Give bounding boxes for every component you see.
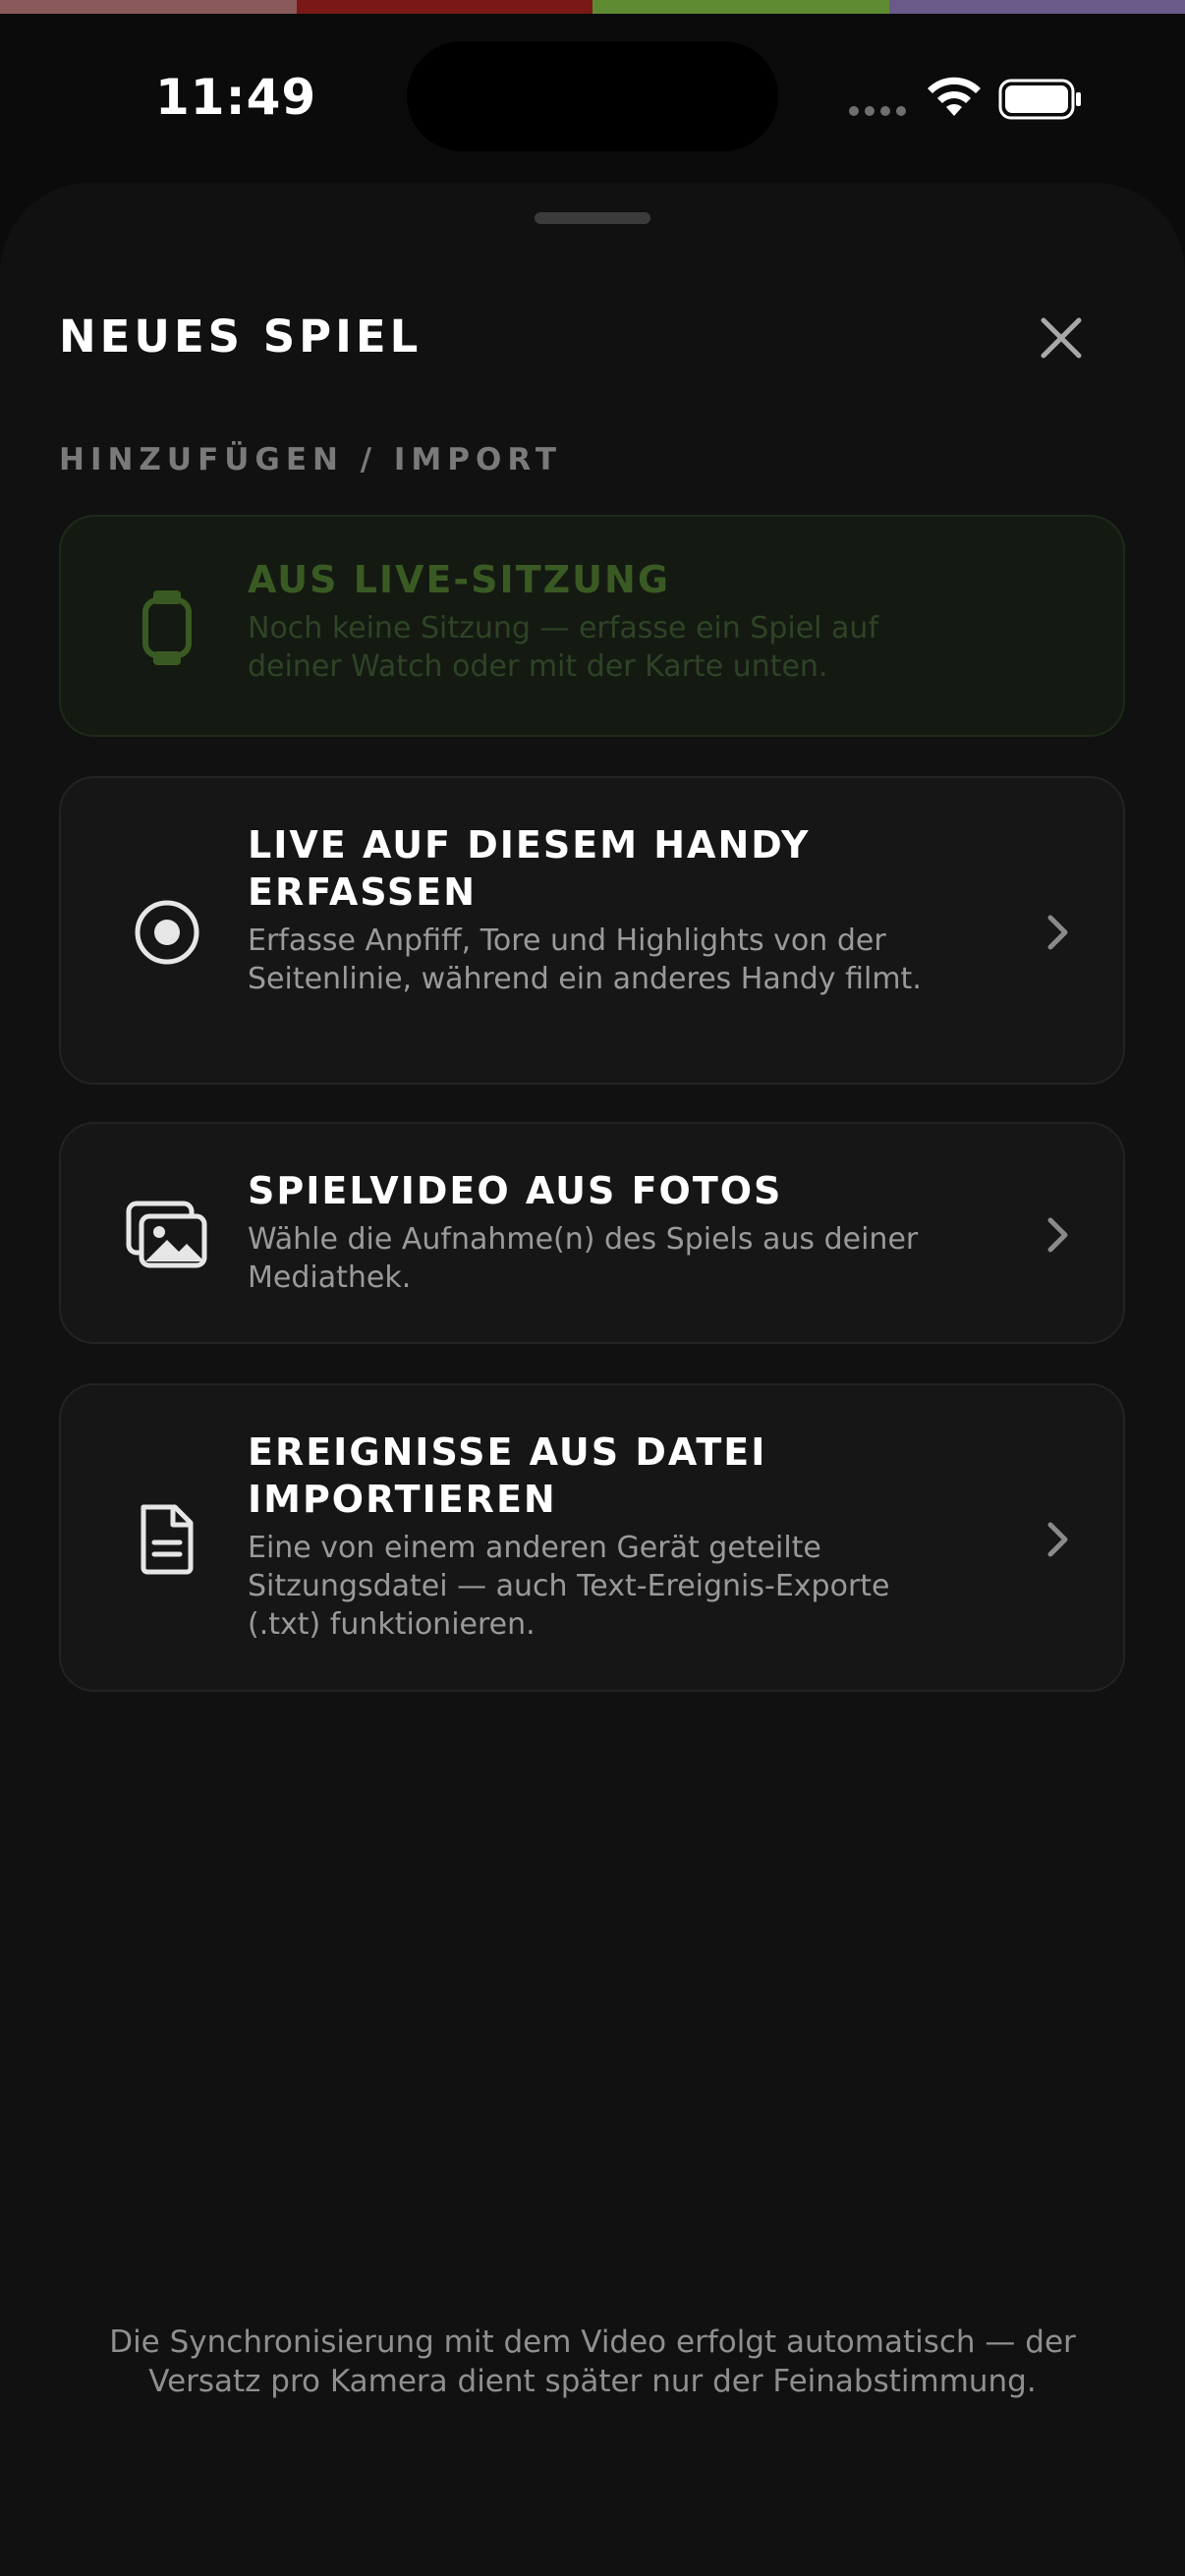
document-icon (112, 1484, 222, 1595)
option-video-from-photos[interactable]: SPIELVIDEO AUS FOTOS Wähle die Aufnahme(… (59, 1122, 1125, 1344)
status-time: 11:49 (155, 69, 317, 126)
chevron-right-icon (1039, 1215, 1078, 1255)
color-strip-segment-2 (296, 0, 592, 14)
cellular-dots-icon (849, 106, 908, 118)
watch-icon (112, 573, 222, 683)
option-title: EREIGNISSE AUS DATEI IMPORTIEREN (248, 1430, 767, 1521)
battery-icon (998, 79, 1081, 120)
option-import-file[interactable]: EREIGNISSE AUS DATEI IMPORTIEREN Eine vo… (59, 1383, 1125, 1692)
color-strip-segment-1 (0, 0, 297, 14)
new-game-sheet: NEUES SPIEL HINZUFÜGEN / IMPORT AUS LIVE… (0, 183, 1185, 2576)
photos-icon (112, 1180, 222, 1290)
color-strip-segment-4 (888, 0, 1185, 14)
sheet-title: NEUES SPIEL (59, 310, 423, 363)
status-bar: 11:49 (0, 14, 1185, 171)
close-button[interactable] (1022, 299, 1100, 377)
color-strip-segment-3 (592, 0, 889, 14)
close-icon (1041, 317, 1082, 359)
option-description: Noch keine Sitzung — erfasse ein Spiel a… (248, 611, 879, 684)
record-icon (112, 877, 222, 987)
option-title: LIVE AUF DIESEM HANDY ERFASSEN (248, 823, 811, 914)
chevron-right-icon (1039, 913, 1078, 952)
option-record-live[interactable]: LIVE AUF DIESEM HANDY ERFASSEN Erfasse A… (59, 776, 1125, 1085)
section-label: HINZUFÜGEN / IMPORT (59, 442, 562, 477)
option-description: Erfasse Anpfiff, Tore und Highlights von… (248, 924, 922, 996)
option-description: Eine von einem anderen Gerät geteilte Si… (248, 1531, 890, 1642)
dynamic-island (407, 41, 778, 151)
option-live-session: AUS LIVE-SITZUNG Noch keine Sitzung — er… (59, 515, 1125, 737)
color-strip (0, 0, 1185, 14)
wifi-icon (928, 77, 981, 116)
option-title: AUS LIVE-SITZUNG (248, 558, 671, 601)
sheet-grabber[interactable] (535, 212, 650, 224)
chevron-right-icon (1039, 1520, 1078, 1559)
footer-note: Die Synchronisierung mit dem Video erfol… (109, 2324, 1076, 2399)
option-title: SPIELVIDEO AUS FOTOS (248, 1169, 783, 1212)
option-description: Wähle die Aufnahme(n) des Spiels aus dei… (248, 1222, 919, 1295)
